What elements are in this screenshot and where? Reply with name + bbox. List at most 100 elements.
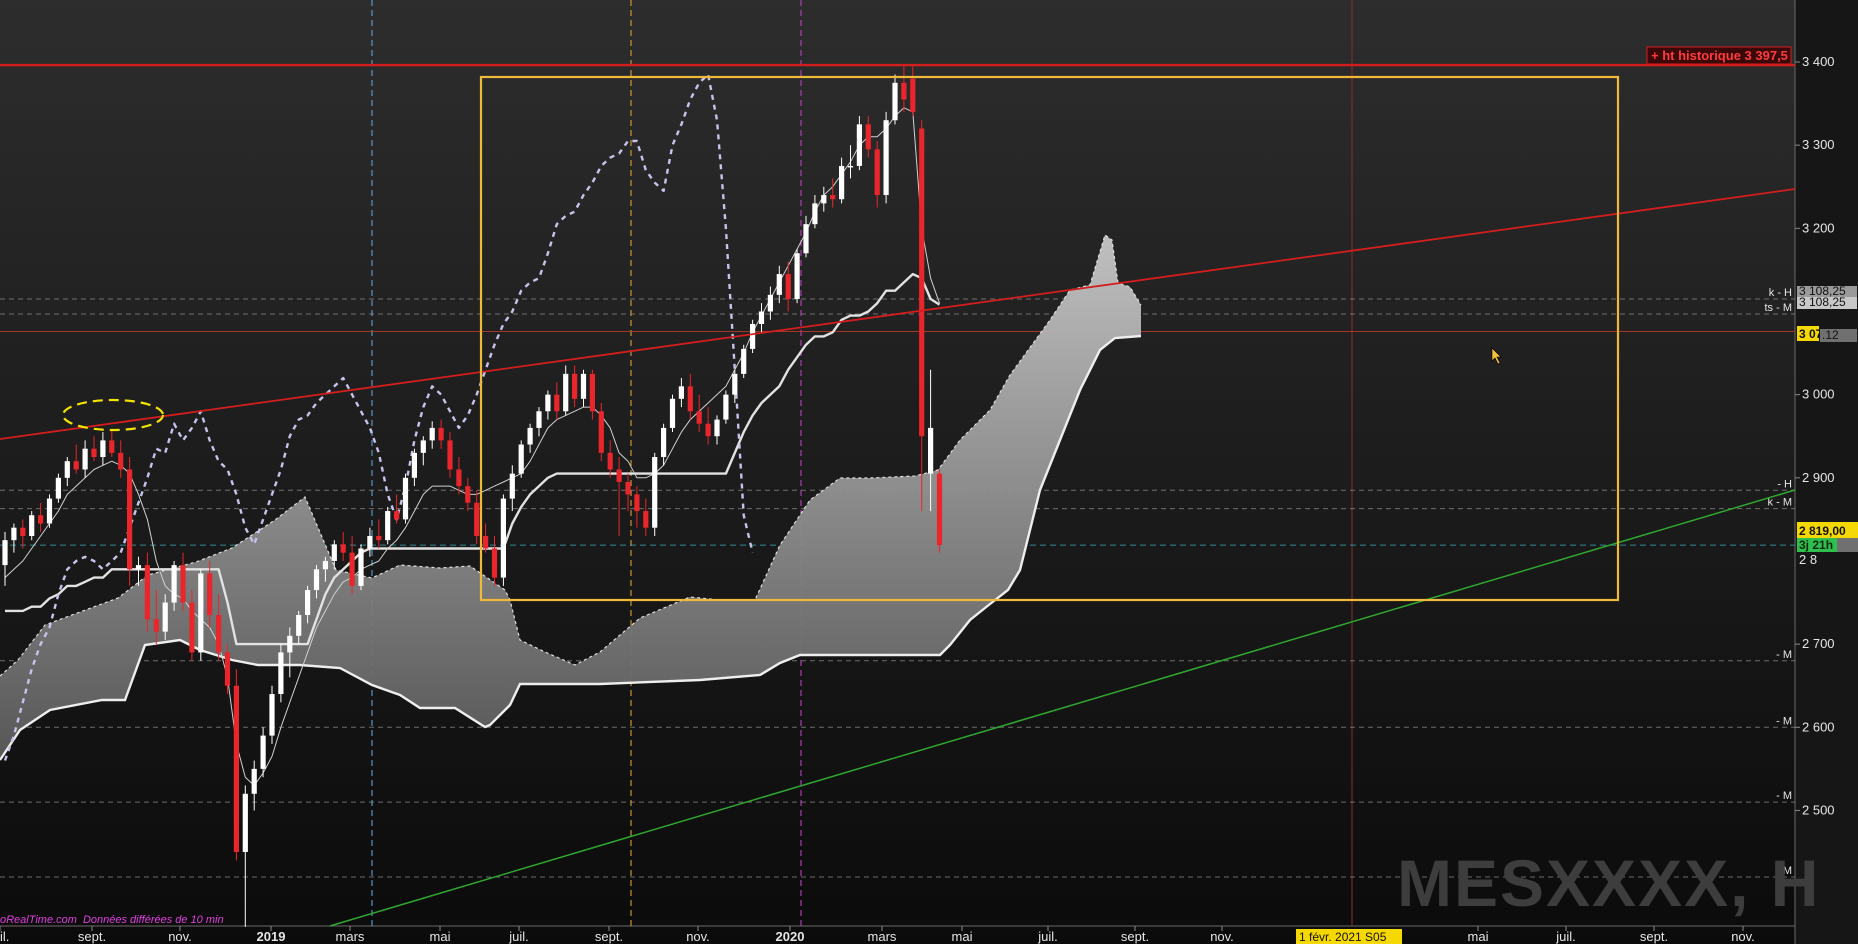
candle-body (892, 82, 898, 121)
candle-body (331, 544, 337, 561)
date-cursor-tag-text: 1 févr. 2021 S05 (1299, 930, 1387, 944)
candle-body (714, 419, 720, 437)
candle-body (358, 548, 364, 586)
time-tick-label: il. (0, 929, 9, 944)
candle-body (500, 498, 506, 578)
candle-body (11, 527, 17, 541)
time-tick-label: juil. (1555, 929, 1576, 944)
candle-body (340, 544, 346, 553)
candle-body (856, 124, 862, 166)
price-tick-label: 2 900 (1802, 470, 1835, 485)
time-tick-label: 2019 (257, 929, 286, 944)
candle-body (625, 481, 631, 495)
candle-body (936, 473, 943, 546)
candle-body (776, 274, 782, 295)
candle-body (919, 128, 925, 437)
candle-body (741, 348, 747, 374)
candle-body (643, 511, 649, 528)
candle-body (607, 452, 613, 470)
candle-body (589, 373, 595, 412)
candle-body (135, 565, 142, 570)
time-tick-label: mars (336, 929, 365, 944)
price-tick-label: 2 700 (1802, 636, 1835, 651)
time-tick-label: nov. (686, 929, 710, 944)
candle-body (785, 274, 791, 300)
candle-body (269, 694, 275, 736)
candle (794, 249, 800, 304)
candle-body (144, 565, 150, 620)
candle (269, 685, 275, 744)
time-tick-label: sept. (1121, 929, 1149, 944)
time-tick-label: sept. (1640, 929, 1668, 944)
candle-body (580, 373, 587, 399)
candle-body (554, 394, 560, 412)
candle-body (73, 461, 79, 470)
candle-body (794, 253, 800, 300)
candle (723, 390, 729, 424)
candle (198, 569, 204, 661)
candle (127, 457, 133, 586)
level-marker-label: k - M (1768, 497, 1792, 509)
price-tick-label: 2 500 (1802, 802, 1835, 817)
candle-body (483, 536, 489, 549)
candle (402, 473, 409, 524)
current-price-tag: 2 819,00 (1797, 522, 1858, 538)
candle-body (171, 565, 177, 603)
time-tick-label: mai (952, 929, 973, 944)
time-tick-label: sept. (595, 929, 623, 944)
candle-body (349, 552, 355, 586)
candle-body (233, 685, 239, 853)
candle (55, 473, 61, 503)
candle-body (821, 195, 827, 204)
partially-hidden-price-label: 2 8 (1799, 552, 1817, 567)
countdown-tag: 3j 21h (1797, 538, 1837, 552)
candle-body (883, 120, 889, 196)
time-tick-label: mars (868, 929, 897, 944)
level-marker-label: ts - M (1765, 302, 1793, 314)
candle-body (420, 440, 426, 453)
candle-body (411, 452, 417, 478)
candle-body (20, 527, 26, 537)
candle-body (260, 735, 266, 769)
current-price-tag-text: 2 819,00 (1799, 524, 1846, 538)
candle (750, 319, 756, 354)
candle-body (874, 149, 880, 196)
candle (936, 469, 943, 553)
candle (233, 669, 239, 861)
candle-body (55, 477, 61, 499)
candle-body (634, 494, 640, 512)
candle-body (865, 124, 871, 150)
candle-body (127, 469, 133, 570)
price-tick-label: 3 300 (1802, 137, 1835, 152)
candle-body (509, 473, 515, 499)
candle-body (109, 440, 115, 453)
candle-body (38, 515, 44, 524)
candle-body (46, 498, 53, 524)
time-tick-label: 2020 (776, 929, 805, 944)
candle-body (82, 448, 88, 470)
time-tick-label: nov. (1210, 929, 1234, 944)
candle-body (287, 635, 293, 653)
candle-body (518, 444, 524, 474)
countdown-tag-text: 3j 21h (1799, 538, 1833, 552)
candle-body (928, 427, 934, 474)
level-marker-label: - M (1776, 649, 1792, 661)
candle (358, 544, 364, 591)
candle-body (491, 548, 498, 578)
delay-notice-text: Données différées de 10 min (83, 914, 224, 926)
candle-body (652, 457, 658, 528)
time-tick-label: mai (430, 929, 451, 944)
price-tick-label: 3 400 (1802, 54, 1835, 69)
candle-body (830, 195, 836, 200)
candle-body (901, 82, 907, 100)
candle-body (367, 536, 373, 549)
candle-body (456, 469, 462, 487)
candle-body (118, 452, 124, 470)
ichimoku-chart[interactable]: k - Hts - M- Hk - M- M- M- M- M 3 4003 3… (0, 0, 1858, 944)
level-marker-label: k - H (1769, 287, 1792, 299)
candle-body (91, 448, 97, 458)
candle-body (758, 311, 765, 324)
candle-body (687, 386, 693, 412)
time-tick-label: nov. (168, 929, 192, 944)
candle-body (278, 652, 284, 695)
